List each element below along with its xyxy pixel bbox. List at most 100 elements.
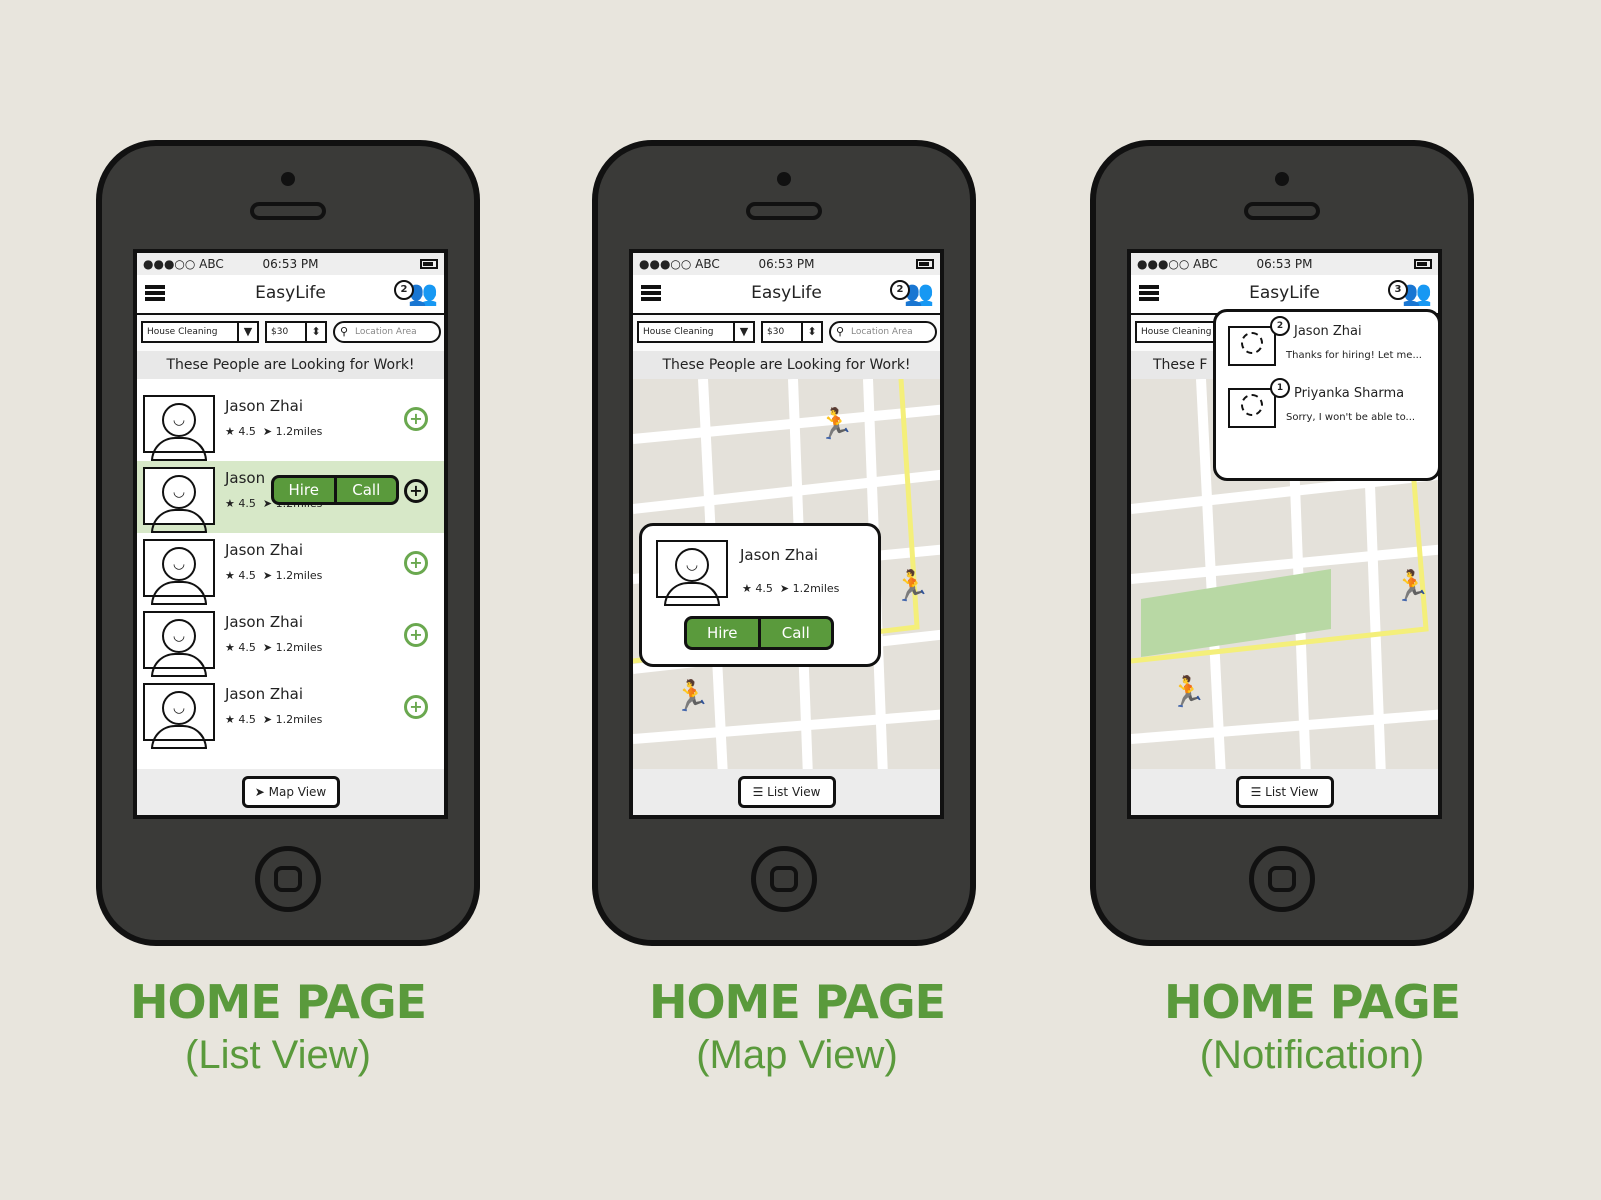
caption-title: HOME PAGE <box>648 975 946 1029</box>
add-worker-icon[interactable]: + <box>404 407 428 431</box>
headline: These People are Looking for Work! <box>633 351 940 379</box>
call-button[interactable]: Call <box>337 478 397 502</box>
add-worker-icon[interactable]: + <box>404 551 428 575</box>
phone-map-view: ●●●○○ ABC 06:53 PM EasyLife 👥 2 House Cl… <box>592 140 976 946</box>
screen-map-view: ●●●○○ ABC 06:53 PM EasyLife 👥 2 House Cl… <box>629 249 944 819</box>
camera-dot <box>777 172 791 186</box>
search-icon: ⚲ <box>340 325 349 338</box>
worker-row-selected[interactable]: ◡ Jason ★ 4.5 ➤ 1.2miles Hire Call + <box>137 461 444 533</box>
category-select[interactable]: House Cleaning ▼ <box>141 321 259 343</box>
worker-location-runner-icon[interactable]: 🏃 <box>1169 675 1206 710</box>
notification-message: Thanks for hiring! Let me... <box>1286 350 1422 361</box>
price-value: $30 <box>271 327 289 337</box>
status-bar: ●●●○○ ABC 06:53 PM <box>633 253 940 275</box>
speaker-grille <box>1244 202 1320 220</box>
battery-icon <box>420 259 438 269</box>
notification-badge: 2 <box>394 280 414 300</box>
status-bar: ●●●○○ ABC 06:53 PM <box>137 253 444 275</box>
clock: 06:53 PM <box>262 257 319 271</box>
hire-button[interactable]: Hire <box>274 478 337 502</box>
notification-item[interactable]: 2 Jason Zhai Thanks for hiring! Let me..… <box>1224 316 1430 376</box>
distance: 1.2miles <box>275 425 323 438</box>
location-placeholder: Location Area <box>355 327 417 337</box>
call-button[interactable]: Call <box>761 619 832 647</box>
worker-location-runner-icon[interactable]: 🏃 <box>673 679 710 714</box>
worker-location-runner-icon[interactable]: 🏃 <box>817 407 854 442</box>
speaker-grille <box>250 202 326 220</box>
notifications-button[interactable]: 👥 2 <box>394 279 438 309</box>
caption-notification-view: HOME PAGE (Notification) <box>1122 975 1502 1078</box>
clock: 06:53 PM <box>758 257 815 271</box>
rating: 4.5 <box>238 425 256 438</box>
avatar: ◡ <box>143 395 215 461</box>
add-worker-icon[interactable]: + <box>404 623 428 647</box>
home-button <box>1249 846 1315 912</box>
unread-count-badge: 1 <box>1270 378 1290 398</box>
distance: 1.2miles <box>275 569 323 582</box>
dropdown-arrow-icon: ▼ <box>733 323 753 341</box>
price-stepper[interactable]: $30 ⬍ <box>761 321 823 343</box>
worker-location-runner-icon[interactable]: 🏃 <box>893 569 930 604</box>
caption-title: HOME PAGE <box>129 975 427 1029</box>
avatar: ◡ <box>143 467 215 533</box>
worker-row[interactable]: ◡ Jason Zhai ★ 4.5 ➤ 1.2miles + <box>137 389 444 461</box>
worker-row[interactable]: ◡ Jason Zhai ★ 4.5 ➤ 1.2miles + <box>137 677 444 749</box>
bottom-bar: ☰ List View <box>1131 769 1438 815</box>
notifications-button[interactable]: 👥 2 <box>890 279 934 309</box>
rating: 4.5 <box>238 497 256 510</box>
worker-map-popup: ◡ Jason Zhai ★ 4.5 ➤ 1.2miles Hire Call <box>639 523 881 667</box>
map-view-button[interactable]: ➤ Map View <box>241 776 340 808</box>
home-button <box>751 846 817 912</box>
stepper-arrows-icon: ⬍ <box>801 323 821 341</box>
price-stepper[interactable]: $30 ⬍ <box>265 321 327 343</box>
caption-subtitle: (List View) <box>185 1033 371 1077</box>
worker-meta: ★ 4.5 ➤ 1.2miles <box>225 641 323 654</box>
list-icon: ☰ <box>1250 785 1262 799</box>
avatar <box>1228 326 1276 366</box>
phone-notification-view: ●●●○○ ABC 06:53 PM EasyLife 👥 3 House Cl… <box>1090 140 1474 946</box>
worker-name: Jason Zhai <box>225 541 304 559</box>
add-worker-icon[interactable]: + <box>404 695 428 719</box>
worker-row[interactable]: ◡ Jason Zhai ★ 4.5 ➤ 1.2miles + <box>137 605 444 677</box>
distance: 1.2miles <box>275 641 323 654</box>
list-view-button[interactable]: ☰ List View <box>737 776 836 808</box>
battery-icon <box>916 259 934 269</box>
navbar: EasyLife 👥 2 <box>137 275 444 315</box>
notification-item[interactable]: 1 Priyanka Sharma Sorry, I won't be able… <box>1224 378 1430 438</box>
avatar <box>1228 388 1276 428</box>
clock: 06:53 PM <box>1256 257 1313 271</box>
worker-name: Jason <box>225 469 266 487</box>
notification-sender: Jason Zhai <box>1294 324 1362 339</box>
category-value: House Cleaning <box>1141 327 1212 337</box>
notifications-button[interactable]: 👥 3 <box>1388 279 1432 309</box>
popup-worker-name: Jason Zhai <box>740 546 819 564</box>
battery-icon <box>1414 259 1432 269</box>
location-placeholder: Location Area <box>851 327 913 337</box>
list-view-button[interactable]: ☰ List View <box>1235 776 1334 808</box>
home-button <box>255 846 321 912</box>
notification-dropdown: 2 Jason Zhai Thanks for hiring! Let me..… <box>1213 309 1438 481</box>
headline: These People are Looking for Work! <box>137 351 444 379</box>
distance: 1.2miles <box>792 582 840 595</box>
price-value: $30 <box>767 327 785 337</box>
caption-title: HOME PAGE <box>1163 975 1461 1029</box>
worker-location-runner-icon[interactable]: 🏃 <box>1393 569 1430 604</box>
avatar: ◡ <box>656 540 728 606</box>
phone-list-view: ●●●○○ ABC 06:53 PM EasyLife 👥 2 House Cl… <box>96 140 480 946</box>
worker-row[interactable]: ◡ Jason Zhai ★ 4.5 ➤ 1.2miles + <box>137 533 444 605</box>
screen-list-view: ●●●○○ ABC 06:53 PM EasyLife 👥 2 House Cl… <box>133 249 448 819</box>
popup-worker-meta: ★ 4.5 ➤ 1.2miles <box>742 582 840 595</box>
location-search-input[interactable]: ⚲ Location Area <box>333 321 441 343</box>
bottom-bar: ☰ List View <box>633 769 940 815</box>
hire-button[interactable]: Hire <box>687 619 761 647</box>
category-select[interactable]: House Cleaning ▼ <box>637 321 755 343</box>
avatar: ◡ <box>143 683 215 749</box>
worker-name: Jason Zhai <box>225 685 304 703</box>
avatar: ◡ <box>143 611 215 677</box>
location-search-input[interactable]: ⚲ Location Area <box>829 321 937 343</box>
caption-subtitle: (Notification) <box>1199 1033 1425 1077</box>
add-worker-icon[interactable]: + <box>404 479 428 503</box>
camera-dot <box>1275 172 1289 186</box>
caption-map-view: HOME PAGE (Map View) <box>607 975 987 1078</box>
rating: 4.5 <box>238 641 256 654</box>
